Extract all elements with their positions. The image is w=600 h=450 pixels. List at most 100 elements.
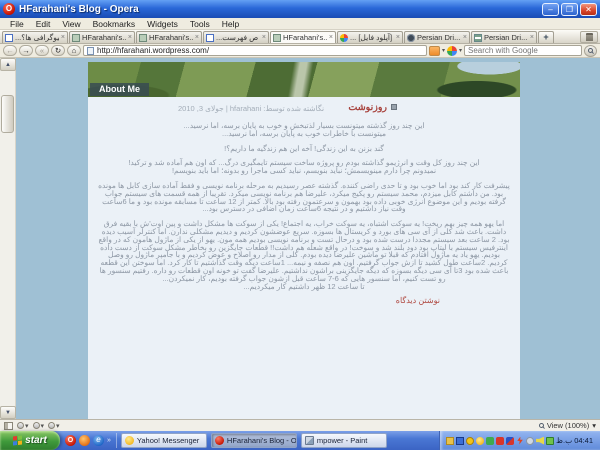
home-button[interactable]: ⌂	[67, 45, 81, 56]
status-security-button[interactable]: ▾	[48, 422, 60, 430]
tab-label: ...بیوگرافی ها؟	[15, 33, 59, 42]
tray-warning-icon[interactable]	[466, 437, 474, 445]
post-area: روزنوشت نگاشته شده توسط: hfarahani | جول…	[88, 97, 520, 419]
quick-launch-opera-icon[interactable]: O	[65, 435, 76, 446]
rewind-button[interactable]: «	[35, 45, 49, 56]
zoom-view-control[interactable]: View (100%) ▾	[539, 421, 596, 430]
tray-display-icon[interactable]	[456, 437, 464, 445]
menu-item-help[interactable]: Help	[216, 19, 245, 29]
tab-close-icon[interactable]: ×	[128, 34, 132, 41]
tray-folder-icon[interactable]	[446, 437, 454, 445]
tab-close-icon[interactable]: ×	[329, 34, 333, 41]
search-field-container	[464, 45, 582, 56]
status-network-button[interactable]: ▾	[33, 422, 45, 430]
task-button-label: mpower - Paint	[317, 436, 367, 445]
search-go-button[interactable]	[584, 45, 597, 57]
new-tab-button[interactable]: +	[538, 31, 554, 43]
tab-bar: ...بیوگرافی ها؟ × HFarahani's... × HFara…	[0, 30, 600, 44]
url-input[interactable]	[97, 46, 423, 55]
post-paragraph: این چند روز گذشته میتونست بسیار لذتبخش و…	[98, 122, 510, 138]
menu-item-widgets[interactable]: Widgets	[141, 19, 184, 29]
tray-messenger-smiley-icon[interactable]	[476, 437, 484, 445]
quick-launch-overflow-chevron[interactable]: »	[107, 437, 111, 444]
scroll-up-button[interactable]: ▲	[0, 58, 16, 71]
yahoo-smiley-icon	[125, 436, 134, 445]
table-favicon	[474, 34, 482, 42]
engine-caret-icon[interactable]: ▾	[459, 47, 462, 54]
vertical-scrollbar[interactable]: ▲ ▼	[0, 58, 16, 419]
tray-volume-icon[interactable]	[536, 437, 544, 445]
close-button[interactable]: ✕	[580, 3, 597, 16]
panels-toggle-icon[interactable]	[4, 422, 13, 430]
tab-label: HFarahani's...	[283, 33, 327, 42]
tab-close-icon[interactable]: ×	[195, 34, 199, 41]
tab-3[interactable]: HFarahani's... ×	[136, 31, 202, 43]
rss-feed-icon[interactable]	[429, 46, 440, 56]
tab-close-icon[interactable]: ×	[262, 34, 266, 41]
taskbar-button-paint[interactable]: mpower - Paint	[301, 433, 387, 448]
taskbar-clock[interactable]: 04:41 ب.ظ	[556, 436, 595, 445]
page-icon	[87, 47, 94, 55]
tab-close-icon[interactable]: ×	[463, 34, 467, 41]
menu-item-tools[interactable]: Tools	[184, 19, 216, 29]
taskbar-button-opera-blog[interactable]: HFarahani's Blog - Op...	[211, 433, 297, 448]
zoom-level-label: View (100%)	[547, 421, 589, 430]
tab-close-icon[interactable]: ×	[396, 34, 400, 41]
tray-alert-icon[interactable]	[496, 437, 504, 445]
taskbar-button-yahoo-messenger[interactable]: Yahoo! Messenger	[121, 433, 207, 448]
tab-2[interactable]: HFarahani's... ×	[69, 31, 135, 43]
tab-close-icon[interactable]: ×	[61, 34, 65, 41]
menu-item-bookmarks[interactable]: Bookmarks	[87, 19, 142, 29]
search-icon	[588, 48, 593, 53]
google-search-engine-icon[interactable]	[447, 46, 457, 56]
opera-task-icon	[215, 436, 224, 445]
tab-label: HFarahani's...	[149, 33, 193, 42]
blog-header-image: About Me	[88, 62, 520, 97]
post-paragraph: این چند روز کل وقت و انرژیمو گذاشته بودم…	[98, 159, 510, 175]
post-byline: نگاشته شده توسط: hfarahani | جولای 3, 20…	[178, 104, 324, 113]
tray-antivirus-shield-icon[interactable]	[506, 437, 514, 445]
write-comment-link[interactable]: نوشتن دیدگاه	[98, 297, 440, 305]
menu-item-view[interactable]: View	[56, 19, 86, 29]
tray-battery-icon[interactable]	[546, 437, 554, 445]
quick-launch-browser-icon[interactable]	[79, 435, 90, 446]
tab-7[interactable]: Persian Dri... ×	[404, 31, 470, 43]
shield-icon	[48, 422, 55, 429]
search-input[interactable]	[468, 46, 578, 55]
scroll-down-button[interactable]: ▼	[0, 406, 16, 419]
closed-tabs-trash-button[interactable]	[580, 31, 598, 43]
restore-button[interactable]: ❐	[561, 3, 578, 16]
post-bullet-icon	[391, 104, 397, 110]
reload-button[interactable]: ↻	[51, 45, 65, 56]
back-button[interactable]: ←	[3, 45, 17, 56]
about-me-nav-label[interactable]: About Me	[90, 83, 149, 96]
tab-5-active[interactable]: HFarahani's... ×	[270, 31, 336, 43]
post-title-link[interactable]: روزنوشت	[348, 102, 387, 113]
tab-8[interactable]: Persian Dri... ×	[471, 31, 537, 43]
forward-button[interactable]: →	[19, 45, 33, 56]
start-label: start	[25, 435, 47, 446]
tab-1[interactable]: ...بیوگرافی ها؟ ×	[2, 31, 68, 43]
scrollbar-thumb[interactable]	[1, 95, 14, 133]
tab-4[interactable]: ...ص فهرست ×	[203, 31, 269, 43]
tab-6[interactable]: ... [آپلود فایل] ×	[337, 31, 403, 43]
post-body: این چند روز گذشته میتونست بسیار لذتبخش و…	[98, 122, 510, 306]
start-button[interactable]: start	[0, 431, 60, 450]
minimize-button[interactable]: –	[542, 3, 559, 16]
system-tray: 04:41 ب.ظ	[439, 431, 600, 450]
task-button-label: HFarahani's Blog - Op...	[227, 436, 297, 445]
tab-close-icon[interactable]: ×	[530, 34, 534, 41]
tab-label: ...ص فهرست	[216, 33, 260, 42]
status-sync-button[interactable]: ▾	[17, 422, 29, 430]
quick-launch-ie-icon[interactable]: e	[93, 435, 104, 446]
blog-favicon	[5, 34, 13, 42]
menu-bar: File Edit View Bookmarks Widgets Tools H…	[0, 18, 600, 30]
google-favicon	[340, 34, 348, 42]
rss-caret-icon[interactable]: ▾	[442, 47, 445, 54]
tray-power-icon[interactable]	[516, 437, 524, 445]
magnifier-icon	[539, 423, 544, 428]
menu-item-file[interactable]: File	[4, 19, 30, 29]
tray-update-icon[interactable]	[526, 437, 534, 445]
menu-item-edit[interactable]: Edit	[30, 19, 57, 29]
tray-chat-icon[interactable]	[486, 437, 494, 445]
